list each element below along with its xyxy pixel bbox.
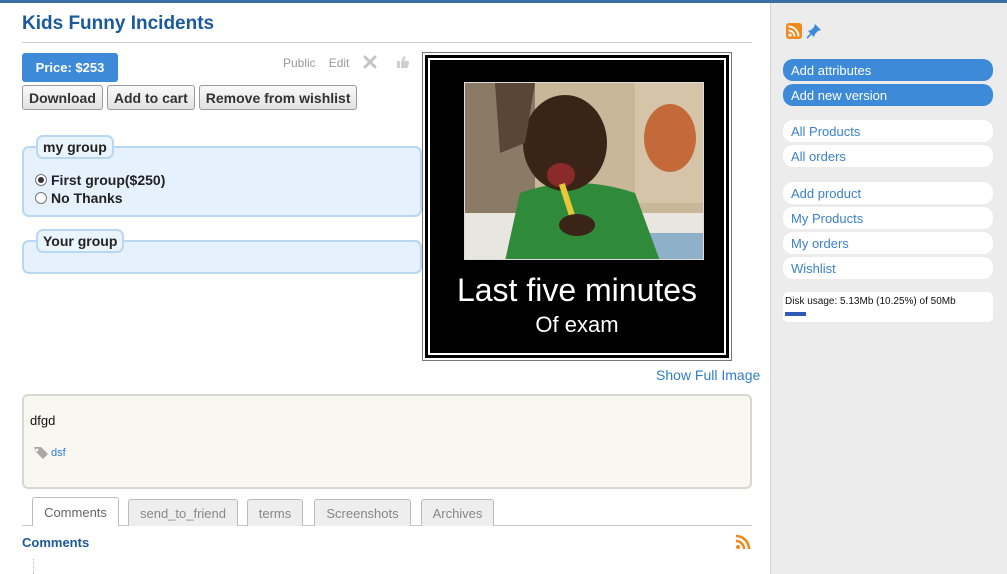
rss-icon[interactable] [735,534,751,550]
add-attributes-button[interactable]: Add attributes [783,59,993,81]
radio-label: First group($250) [51,172,166,188]
disk-usage-panel: Disk usage: 5.13Mb (10.25%) of 50Mb [783,292,993,322]
comments-divider [33,559,34,574]
product-action-buttons: Download Add to cart Remove from wishlis… [22,85,361,110]
radio-no-thanks[interactable]: No Thanks [35,190,123,206]
tag-item[interactable]: dsf [33,446,66,460]
add-new-version-button[interactable]: Add new version [783,84,993,106]
my-group-legend: my group [36,135,114,159]
description-text: dfgd [30,413,56,428]
meme-photo [464,82,704,260]
your-group-fieldset: Your group [22,229,422,274]
page-title: Kids Funny Incidents [22,13,215,34]
edit-link[interactable]: Edit [329,56,350,70]
tab-send-to-friend[interactable]: send_to_friend [128,499,238,526]
tab-screenshots[interactable]: Screenshots [314,499,411,526]
show-full-image-link[interactable]: Show Full Image [656,367,760,383]
radio-button-selected[interactable] [35,174,47,186]
pin-icon[interactable] [806,23,822,39]
tag-icon [33,446,49,460]
disk-usage-bar [785,312,985,316]
add-to-cart-button[interactable]: Add to cart [106,85,195,110]
image-frame: Last five minutes Of exam [428,58,726,355]
remove-from-wishlist-button[interactable]: Remove from wishlist [198,85,358,110]
main-content: Kids Funny Incidents Price: $253 Public … [0,3,770,574]
sidebar-icons [786,23,826,39]
sidebar-item-all-products[interactable]: All Products [783,120,993,142]
public-link[interactable]: Public [283,56,316,70]
disk-usage-fill [785,312,806,316]
radio-button[interactable] [35,192,47,204]
tab-terms[interactable]: terms [247,499,303,526]
image-caption-line2: Of exam [535,312,619,337]
radio-first-group[interactable]: First group($250) [35,172,165,188]
my-group-fieldset: my group First group($250) No Thanks [22,135,422,217]
tab-comments[interactable]: Comments [32,497,119,526]
price-button[interactable]: Price: $253 [22,53,118,82]
image-caption-line1: Last five minutes [456,272,698,308]
title-divider [22,42,752,43]
disk-usage-text: Disk usage: 5.13Mb (10.25%) of 50Mb [785,296,956,307]
sidebar-item-my-orders[interactable]: My orders [783,232,993,254]
sidebar-item-add-product[interactable]: Add product [783,182,993,204]
like-icon[interactable] [396,55,410,69]
your-group-legend: Your group [36,229,125,253]
sidebar-item-all-orders[interactable]: All orders [783,145,993,167]
tag-label[interactable]: dsf [51,447,66,459]
comments-heading: Comments [22,535,90,550]
description-box: dfgd dsf [22,394,752,489]
radio-label: No Thanks [51,190,123,206]
content-tabs: Comments send_to_friend terms Screenshot… [22,497,752,526]
download-button[interactable]: Download [22,85,103,110]
tab-archives[interactable]: Archives [421,499,494,526]
sidebar-item-wishlist[interactable]: Wishlist [783,257,993,279]
product-image[interactable]: Last five minutes Of exam [422,52,732,361]
delete-icon[interactable] [362,54,378,70]
sidebar: Add attributes Add new version All Produ… [770,3,1007,574]
product-meta-links: Public Edit [283,55,410,71]
rss-icon[interactable] [786,23,802,39]
sidebar-item-my-products[interactable]: My Products [783,207,993,229]
